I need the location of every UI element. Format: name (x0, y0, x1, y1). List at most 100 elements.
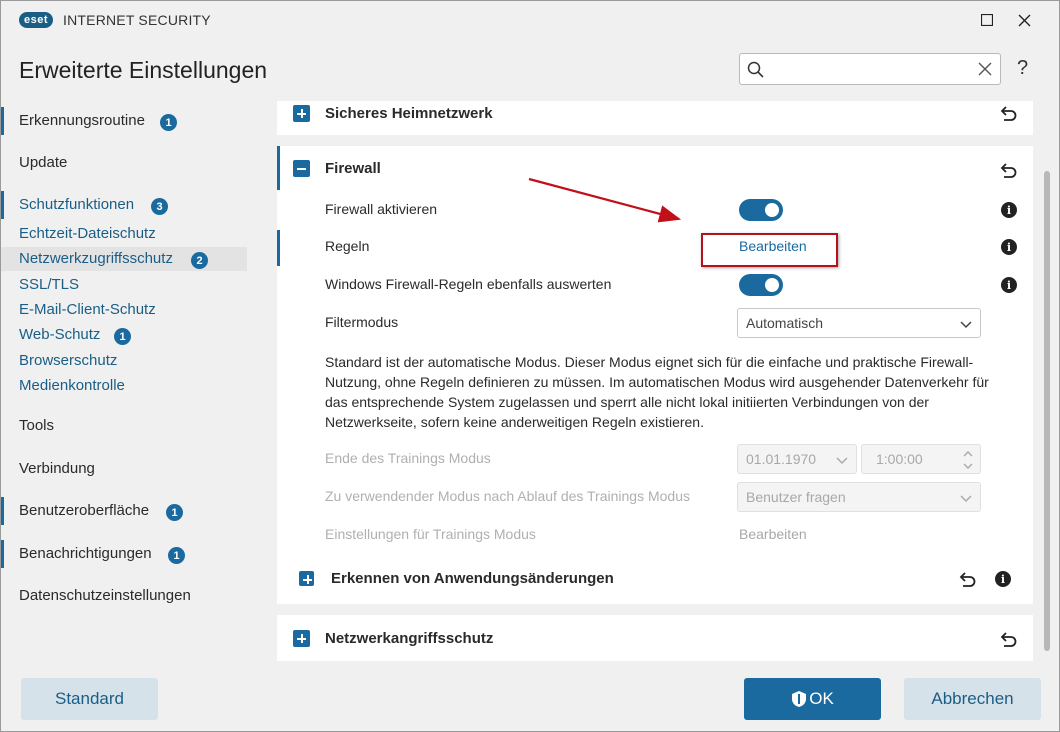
search-icon (747, 61, 764, 78)
sidebar-item-label: SSL/TLS (19, 276, 80, 293)
section-header-app-changes[interactable]: Erkennen von Anwendungsänderungen i (277, 564, 1033, 594)
reset-icon[interactable] (957, 569, 977, 589)
standard-button[interactable]: Standard (21, 678, 158, 720)
setting-label: Zu verwendender Modus nach Ablauf des Tr… (325, 488, 690, 504)
app-title: INTERNET SECURITY (63, 12, 211, 28)
stepper-arrows-icon (963, 451, 973, 469)
sidebar-item-label: E-Mail-Client-Schutz (19, 301, 156, 318)
cancel-button[interactable]: Abbrechen (904, 678, 1041, 720)
training-end-date-select[interactable]: 01.01.1970 (737, 444, 857, 474)
search-input[interactable] (770, 58, 970, 80)
section-title: Erkennen von Anwendungsänderungen (331, 570, 614, 587)
collapse-icon[interactable] (293, 160, 310, 177)
sidebar-item-datenschutzeinstellungen[interactable]: Datenschutzeinstellungen (1, 584, 247, 608)
setting-label: Windows Firewall-Regeln ebenfalls auswer… (325, 276, 612, 292)
windows-rules-toggle[interactable] (739, 274, 783, 296)
button-label: OK (809, 689, 834, 708)
filter-mode-description: Standard ist der automatische Modus. Die… (325, 354, 989, 430)
close-window-button[interactable] (1010, 7, 1038, 33)
sidebar-item-update[interactable]: Update (1, 151, 247, 175)
section-title: Sicheres Heimnetzwerk (325, 105, 493, 122)
info-icon[interactable]: i (995, 571, 1011, 587)
select-value: Benutzer fragen (746, 489, 846, 505)
sidebar-item-benachrichtigungen[interactable]: Benachrichtigungen 1 (1, 540, 247, 568)
count-badge: 1 (168, 547, 185, 564)
sidebar-item-browserschutz[interactable]: Browserschutz (1, 349, 247, 373)
panel-home-network: Sicheres Heimnetzwerk (277, 101, 1033, 135)
panel-network-attack: Netzwerkangriffsschutz (277, 615, 1033, 661)
select-value: 1:00:00 (876, 451, 923, 467)
button-label: Abbrechen (931, 689, 1014, 708)
info-icon[interactable]: i (1001, 239, 1017, 255)
sidebar-item-web-schutz[interactable]: Web-Schutz 1 (1, 323, 247, 347)
section-header-network-attack[interactable]: Netzwerkangriffsschutz (277, 618, 1033, 658)
button-label: Standard (55, 689, 124, 708)
header: Erweiterte Einstellungen ? (1, 39, 1059, 101)
setting-row-after-training: Zu verwendender Modus nach Ablauf des Tr… (277, 482, 1033, 512)
sidebar-item-label: Erkennungsroutine (19, 112, 145, 129)
setting-row-training-settings: Einstellungen für Trainings Modus Bearbe… (277, 520, 1033, 550)
setting-label: Einstellungen für Trainings Modus (325, 526, 536, 542)
sidebar-item-echtzeit-dateischutz[interactable]: Echtzeit-Dateischutz (1, 222, 247, 246)
sidebar-item-email-client-schutz[interactable]: E-Mail-Client-Schutz (1, 298, 247, 322)
section-title: Netzwerkangriffsschutz (325, 630, 494, 647)
count-badge: 1 (114, 328, 131, 345)
sidebar-item-label: Benutzeroberfläche (19, 502, 150, 519)
chevron-down-icon (960, 321, 972, 329)
training-settings-edit-link[interactable]: Bearbeiten (739, 526, 807, 542)
firewall-enable-toggle[interactable] (739, 199, 783, 221)
sidebar-item-schutzfunktionen[interactable]: Schutzfunktionen 3 (1, 191, 247, 219)
chevron-down-icon (960, 495, 972, 503)
maximize-button[interactable] (973, 7, 1001, 33)
sidebar-item-erkennungsroutine[interactable]: Erkennungsroutine 1 (1, 107, 247, 135)
annotation-highlight-box (701, 233, 838, 267)
info-icon[interactable]: i (1001, 202, 1017, 218)
shield-icon (792, 691, 807, 707)
sidebar-item-label: Update (19, 154, 68, 171)
help-button[interactable]: ? (1017, 57, 1028, 80)
setting-label: Regeln (325, 238, 370, 254)
chevron-down-icon (836, 457, 848, 465)
reset-icon[interactable] (998, 160, 1018, 180)
sidebar-item-label: Netzwerkzugriffsschutz (19, 250, 173, 267)
sidebar-item-label: Medienkontrolle (19, 377, 125, 394)
setting-row-training-end: Ende des Trainings Modus 01.01.1970 1:00… (277, 444, 1033, 474)
sidebar-item-netzwerkzugriffsschutz[interactable]: Netzwerkzugriffsschutz 2 (1, 247, 247, 271)
expand-icon[interactable] (299, 571, 314, 586)
sidebar-item-indicator (1, 191, 4, 219)
search-box[interactable] (739, 53, 1001, 85)
section-title: Firewall (325, 160, 381, 177)
count-badge: 1 (160, 114, 177, 131)
reset-icon[interactable] (998, 629, 1018, 649)
sidebar-item-tools[interactable]: Tools (1, 414, 247, 438)
ok-button[interactable]: OK (744, 678, 881, 720)
maximize-icon (981, 14, 993, 26)
sidebar-item-label: Benachrichtigungen (19, 545, 152, 562)
title-bar: eset INTERNET SECURITY (1, 1, 1059, 39)
sidebar-item-medienkontrolle[interactable]: Medienkontrolle (1, 374, 247, 398)
eset-window: eset INTERNET SECURITY Erweiterte Einste… (0, 0, 1060, 732)
reset-icon[interactable] (998, 103, 1018, 123)
setting-row-windows-rules: Windows Firewall-Regeln ebenfalls auswer… (277, 270, 1033, 300)
setting-label: Firewall aktivieren (325, 201, 438, 217)
clear-search-icon[interactable] (978, 62, 992, 76)
sidebar-item-label: Verbindung (19, 460, 95, 477)
sidebar-item-ssl-tls[interactable]: SSL/TLS (1, 273, 247, 297)
sidebar-item-label: Browserschutz (19, 352, 118, 369)
training-end-time-stepper[interactable]: 1:00:00 (861, 444, 981, 474)
sidebar-item-label: Echtzeit-Dateischutz (19, 225, 156, 242)
sidebar-item-verbindung[interactable]: Verbindung (1, 457, 247, 481)
section-header-home-network[interactable]: Sicheres Heimnetzwerk (277, 93, 1033, 133)
sidebar-item-indicator (1, 540, 4, 568)
setting-row-rules: Regeln Bearbeiten i (277, 230, 1033, 266)
info-icon[interactable]: i (1001, 277, 1017, 293)
annotation-arrow (528, 177, 682, 223)
after-training-mode-select[interactable]: Benutzer fragen (737, 482, 981, 512)
expand-icon[interactable] (293, 105, 310, 122)
sidebar-item-benutzeroberflaeche[interactable]: Benutzeroberfläche 1 (1, 497, 247, 525)
expand-icon[interactable] (293, 630, 310, 647)
setting-label: Filtermodus (325, 314, 399, 330)
setting-row-filter-mode: Filtermodus Automatisch (277, 308, 1033, 338)
scrollbar[interactable] (1044, 171, 1050, 651)
filter-mode-select[interactable]: Automatisch (737, 308, 981, 338)
